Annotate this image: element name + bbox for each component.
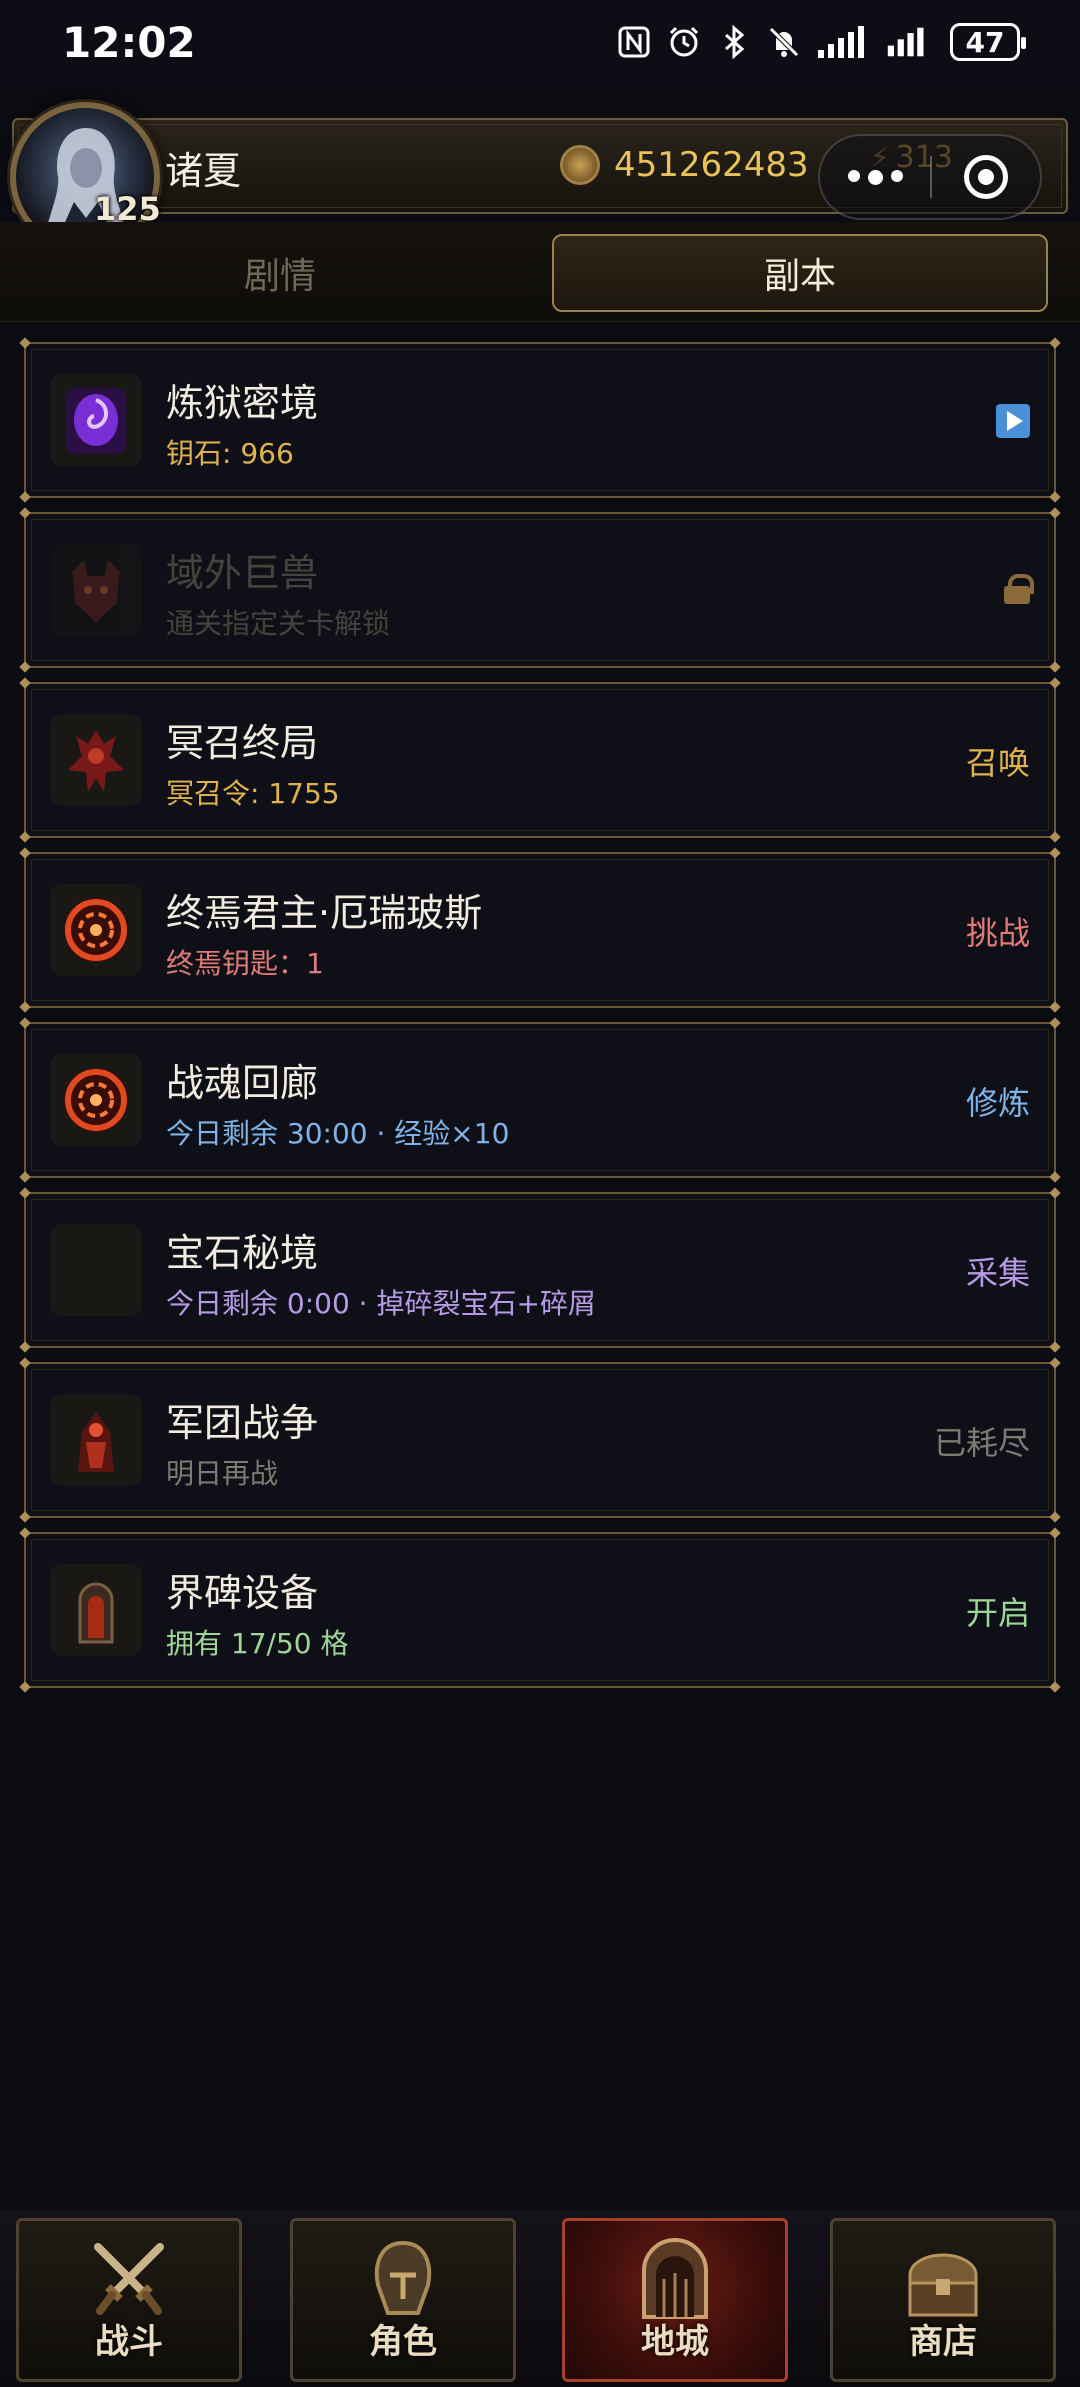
nav-label: 商店: [909, 2322, 977, 2362]
bluetooth-icon: [725, 24, 745, 60]
miniprogram-capsule: [818, 134, 1042, 220]
dungeon-title: 域外巨兽: [166, 551, 319, 595]
dungeon-card-gem[interactable]: 宝石秘境 今日剩余 0:00 · 掉碎裂宝石+碎屑 采集: [19, 1187, 1061, 1353]
fire-portal-icon: [50, 884, 142, 976]
nav-shop[interactable]: 商店: [830, 2218, 1056, 2382]
dungeon-subtitle: 钥石: 966: [166, 437, 294, 470]
purple-portal-icon: [50, 374, 142, 466]
dungeon-title: 终焉君主·厄瑞玻斯: [166, 891, 483, 935]
gather-button[interactable]: 采集: [966, 1248, 1030, 1294]
dungeon-gate-icon: [642, 2238, 708, 2319]
dungeon-subtitle: 冥召令: 1755: [166, 777, 340, 810]
crossed-swords-icon: [94, 2243, 164, 2315]
dungeon-card-corridor[interactable]: 战魂回廊 今日剩余 30:00 · 经验×10 修炼: [19, 1017, 1061, 1183]
dungeon-list: 炼狱密境 钥石: 966 域外巨兽 通关指定关卡解锁 冥召终局 冥召令: 175…: [19, 337, 1061, 1702]
play-icon[interactable]: [996, 404, 1030, 438]
status-icons: 47: [616, 18, 1026, 66]
signal-icon: [818, 26, 864, 58]
dungeon-title: 宝石秘境: [166, 1231, 319, 1275]
gold-currency: 451262483: [560, 140, 820, 190]
dungeon-subtitle: 通关指定关卡解锁: [166, 607, 391, 640]
status-time: 12:02: [62, 18, 196, 67]
summon-button[interactable]: 召唤: [966, 738, 1030, 784]
dungeon-title: 界碑设备: [166, 1571, 319, 1615]
dungeon-title: 炼狱密境: [166, 381, 319, 425]
tombstone-icon: [50, 1564, 142, 1656]
nav-dungeon[interactable]: 地城: [562, 2218, 788, 2382]
nav-label: 角色: [369, 2322, 437, 2362]
nav-battle[interactable]: 战斗: [16, 2218, 242, 2382]
status-bar: 12:02 47: [0, 0, 1080, 84]
dungeon-card-stele[interactable]: 界碑设备 拥有 17/50 格 开启: [19, 1527, 1061, 1693]
alarm-icon: [669, 26, 699, 57]
dungeon-card-purgatory[interactable]: 炼狱密境 钥石: 966: [19, 337, 1061, 503]
nav-character[interactable]: 角色: [290, 2218, 516, 2382]
coin-icon: [560, 145, 600, 185]
dungeon-title: 冥召终局: [166, 721, 319, 765]
dungeon-card-erebus[interactable]: 终焉君主·厄瑞玻斯 终焉钥匙：1 挑战: [19, 847, 1061, 1013]
nfc-icon: [618, 26, 650, 58]
gold-value: 451262483: [614, 145, 809, 185]
challenge-button[interactable]: 挑战: [966, 908, 1030, 954]
dungeon-subtitle: 明日再战: [166, 1457, 279, 1490]
close-miniprogram-button[interactable]: [932, 155, 1040, 199]
player-name: 诸夏: [165, 149, 242, 193]
demon-icon: [50, 714, 142, 806]
tab-story[interactable]: 剧情: [32, 234, 528, 312]
tab-dungeon[interactable]: 副本: [552, 234, 1048, 312]
lock-icon: [1004, 568, 1034, 604]
dungeon-card-legion[interactable]: 军团战争 明日再战 已耗尽: [19, 1357, 1061, 1523]
train-button[interactable]: 修炼: [966, 1078, 1030, 1124]
nav-label: 地城: [641, 2322, 709, 2362]
empty-icon: [50, 1224, 142, 1316]
dungeon-subtitle: 终焉钥匙：1: [166, 947, 324, 980]
dungeon-card-beast: 域外巨兽 通关指定关卡解锁: [19, 507, 1061, 673]
beast-icon: [50, 544, 142, 636]
dungeon-card-summon[interactable]: 冥召终局 冥召令: 1755 召唤: [19, 677, 1061, 843]
more-menu-button[interactable]: [820, 169, 930, 185]
mute-icon: [769, 27, 799, 57]
signal-icon: [887, 27, 924, 57]
open-button[interactable]: 开启: [966, 1588, 1030, 1634]
battery-indicator: 47: [950, 23, 1026, 61]
dungeon-subtitle: 拥有 17/50 格: [166, 1627, 349, 1660]
treasure-chest-icon: [908, 2253, 978, 2317]
dungeon-subtitle: 今日剩余 0:00 · 掉碎裂宝石+碎屑: [166, 1287, 596, 1320]
nav-label: 战斗: [95, 2322, 163, 2362]
legion-icon: [50, 1394, 142, 1486]
fire-portal-icon: [50, 1054, 142, 1146]
dungeon-subtitle: 今日剩余 30:00 · 经验×10: [166, 1117, 510, 1150]
dungeon-title: 军团战争: [166, 1401, 319, 1445]
dungeon-title: 战魂回廊: [166, 1061, 319, 1105]
helmet-icon: [374, 2240, 432, 2315]
exhausted-label: 已耗尽: [933, 1424, 1030, 1462]
